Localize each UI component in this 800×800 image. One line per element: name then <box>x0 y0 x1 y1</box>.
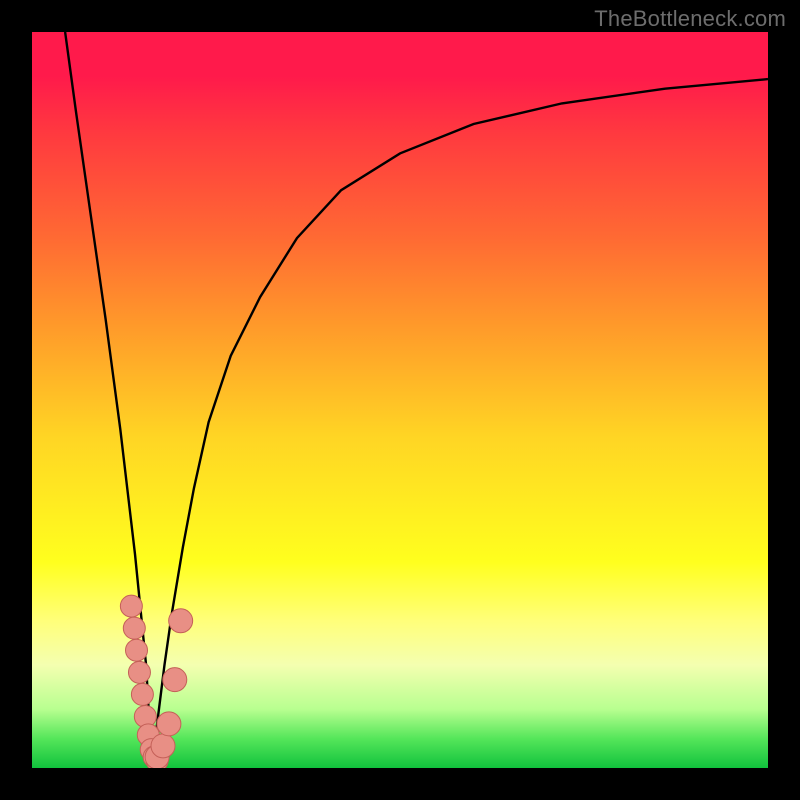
data-marker <box>123 617 145 639</box>
chart-svg <box>32 32 768 768</box>
outer-frame: TheBottleneck.com <box>0 0 800 800</box>
marker-layer <box>120 595 192 768</box>
data-marker <box>169 609 193 633</box>
data-marker <box>151 734 175 758</box>
data-marker <box>120 595 142 617</box>
bottleneck-curve <box>65 32 768 768</box>
data-marker <box>157 712 181 736</box>
curve-layer <box>65 32 768 768</box>
plot-area <box>32 32 768 768</box>
data-marker <box>131 683 153 705</box>
data-marker <box>128 661 150 683</box>
attribution-text: TheBottleneck.com <box>594 6 786 32</box>
data-marker <box>163 668 187 692</box>
data-marker <box>126 639 148 661</box>
